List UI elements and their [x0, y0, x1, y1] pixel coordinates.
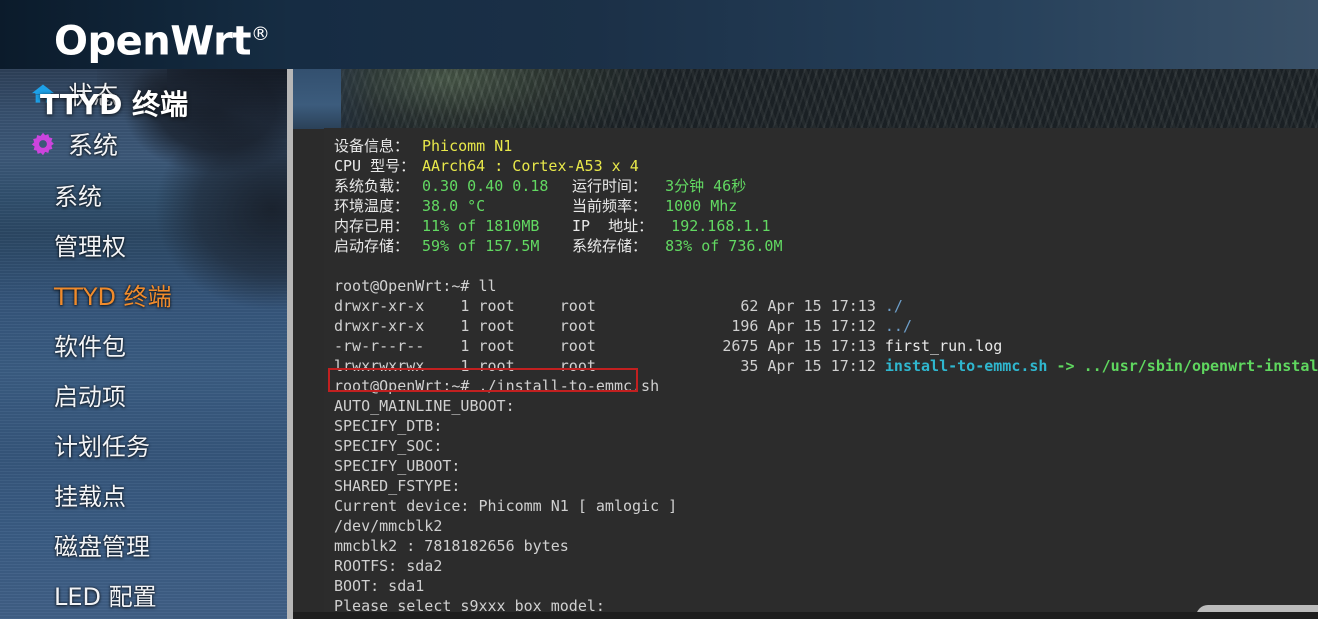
device-info-value: 0.30 0.40 0.18: [422, 177, 549, 195]
terminal-file-row: lrwxrwxrwx 1 root root 35 Apr 15 17:12 i…: [334, 356, 1318, 376]
terminal-output-line: root@OpenWrt:~# ll: [334, 277, 497, 295]
top-bar: OpenWrt®: [0, 0, 1318, 69]
terminal-file-row: drwxr-xr-x 1 root root 196 Apr 15 17:12 …: [334, 316, 1318, 336]
device-info-block: 设备信息： Phicomm N1 CPU 型号： AArch64 : Cortex-A…: [334, 134, 1318, 256]
terminal-output-line: ROOTFS: sda2: [334, 557, 443, 575]
terminal-output-line: mmcblk2 : 7818182656 bytes: [334, 537, 569, 555]
sidebar-item-label: 软件包: [54, 332, 126, 361]
sidebar-item-label: 挂载点: [54, 482, 126, 511]
sidebar-item-software[interactable]: 软件包: [0, 319, 287, 369]
device-info-key: 内存已用：: [334, 217, 410, 235]
device-info-value-2: 3分钟 46秒: [647, 177, 747, 195]
device-info-value: AArch64 : Cortex-A53 x 4: [422, 157, 639, 175]
device-info-key: CPU 型号：: [334, 157, 416, 175]
sidebar-item-ttyd-terminal[interactable]: TTYD 终端: [0, 269, 287, 319]
device-info-row: 启动存储： 59% of 157.5M 系统存储： 83% of 736.0M: [334, 236, 1318, 256]
sidebar-item-scheduled-tasks[interactable]: 计划任务: [0, 419, 287, 469]
sidebar-item-mount-points[interactable]: 挂载点: [0, 469, 287, 519]
device-info-value-2: 1000 Mhz: [647, 197, 738, 215]
sidebar-item-disk-management[interactable]: 磁盘管理: [0, 519, 287, 569]
device-info-row: 设备信息： Phicomm N1: [334, 136, 1318, 156]
terminal-output: root@OpenWrt:~# ll drwxr-xr-x 1 root root…: [334, 256, 1318, 616]
device-info-key: 启动存储：: [334, 237, 410, 255]
terminal-output-line: Current device: Phicomm N1 [ amlogic ]: [334, 497, 678, 515]
device-info-value-2: 192.168.1.1: [653, 217, 771, 235]
file-name: install-to-emmc.sh: [884, 357, 1048, 375]
terminal-output-line: AUTO_MAINLINE_UBOOT:: [334, 397, 515, 415]
device-info-row: CPU 型号： AArch64 : Cortex-A53 x 4: [334, 156, 1318, 176]
sidebar-item-startup[interactable]: 启动项: [0, 369, 287, 419]
terminal-output-line: SHARED_FSTYPE:: [334, 477, 461, 495]
sidebar-item-label: LED 配置: [54, 582, 157, 611]
hero-banner-left-edge: [293, 69, 341, 129]
file-name: ../: [884, 317, 912, 335]
terminal-output-line: SPECIFY_DTB:: [334, 417, 443, 435]
openwrt-luci-page: OpenWrt® 状态 系统 系统 管理权 TTYD 终端 软件包 启动项 计划任务 挂载点 磁盘…: [0, 0, 1318, 619]
device-info-key-2: 当前频率：: [572, 197, 648, 215]
sidebar-item-label: 计划任务: [54, 432, 150, 461]
device-info-value: Phicomm N1: [422, 137, 513, 155]
sidebar-item-system-sub[interactable]: 系统: [0, 169, 287, 219]
sidebar-item-label: 磁盘管理: [54, 532, 150, 561]
terminal-command-line: root@OpenWrt:~# ./install-to-emmc.sh: [334, 377, 660, 395]
ttyd-terminal-pane[interactable]: 设备信息： Phicomm N1 CPU 型号： AArch64 : Cortex-A…: [324, 128, 1318, 619]
sidebar-item-administration[interactable]: 管理权: [0, 219, 287, 269]
device-info-key: 设备信息：: [334, 137, 410, 155]
device-info-value: 38.0 °C: [422, 197, 486, 215]
terminal-output-line: BOOT: sda1: [334, 577, 425, 595]
hero-banner-image: [293, 69, 1318, 129]
sidebar-nav[interactable]: 状态系统系统管理权TTYD 终端软件包启动项计划任务挂载点磁盘管理LED 配置备…: [0, 69, 287, 619]
file-meta: drwxr-xr-x 1 root root 196 Apr 15 17:12: [334, 317, 885, 335]
terminal-bottom-strip: [293, 612, 1318, 619]
terminal-output-line: SPECIFY_SOC:: [334, 437, 443, 455]
terminal-file-row: drwxr-xr-x 1 root root 62 Apr 15 17:13 .…: [334, 296, 1318, 316]
registered-trademark-icon: ®: [251, 23, 270, 45]
sidebar-item-led-configuration[interactable]: LED 配置: [0, 569, 287, 619]
device-info-key-2: 运行时间：: [572, 177, 648, 195]
sidebar-item-system[interactable]: 系统: [0, 119, 287, 169]
terminal-output-line: /dev/mmcblk2: [334, 517, 443, 535]
sidebar-item-label: 启动项: [54, 382, 126, 411]
main-content: 设备信息： Phicomm N1 CPU 型号： AArch64 : Cortex-A…: [293, 69, 1318, 619]
device-info-row: 内存已用： 11% of 1810MB IP 地址： 192.168.1.1: [334, 216, 1318, 236]
brand-logo[interactable]: OpenWrt®: [54, 8, 270, 67]
file-meta: lrwxrwxrwx 1 root root 35 Apr 15 17:12: [334, 357, 885, 375]
gear-icon: [26, 129, 60, 159]
device-info-key-2: 系统存储：: [572, 237, 648, 255]
link-arrow: ->: [1047, 357, 1084, 375]
device-info-key: 系统负载：: [334, 177, 410, 195]
brand-name: OpenWrt: [54, 18, 252, 65]
sidebar-menu-list: 状态系统系统管理权TTYD 终端软件包启动项计划任务挂载点磁盘管理LED 配置备…: [0, 69, 287, 619]
sidebar-item-label: 系统: [68, 131, 119, 160]
device-info-value: 11% of 1810MB: [422, 217, 540, 235]
device-info-value: 59% of 157.5M: [422, 237, 540, 255]
device-info-key-2: IP 地址：: [572, 217, 654, 235]
device-info-row: 环境温度： 38.0 °C 当前频率： 1000 Mhz: [334, 196, 1318, 216]
page-title: TTYD 终端: [40, 88, 189, 121]
sidebar-item-label: 管理权: [54, 232, 126, 261]
device-info-key: 环境温度：: [334, 197, 410, 215]
sidebar-item-label: 系统: [54, 182, 102, 211]
device-info-row: 系统负载： 0.30 0.40 0.18 运行时间： 3分钟 46秒: [334, 176, 1318, 196]
file-name: ./: [884, 297, 903, 315]
file-meta: -rw-r--r-- 1 root root 2675 Apr 15 17:13: [334, 337, 885, 355]
sidebar-item-label: TTYD 终端: [54, 282, 172, 311]
link-target: ../usr/sbin/openwrt-install-amlogic*: [1083, 357, 1318, 375]
device-info-value-2: 83% of 736.0M: [647, 237, 783, 255]
file-meta: drwxr-xr-x 1 root root 62 Apr 15 17:13: [334, 297, 885, 315]
terminal-output-line: SPECIFY_UBOOT:: [334, 457, 461, 475]
terminal-file-row: -rw-r--r-- 1 root root 2675 Apr 15 17:13…: [334, 336, 1318, 356]
file-name: first_run.log: [884, 337, 1003, 355]
